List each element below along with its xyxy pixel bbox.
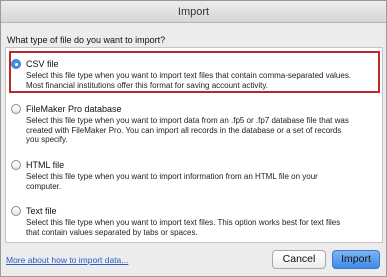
option-label: HTML file <box>26 160 65 170</box>
csv-highlight-box <box>9 51 380 93</box>
option-description: Select this file type when you want to i… <box>26 218 341 237</box>
cancel-button[interactable]: Cancel <box>272 250 326 269</box>
html-radio-button[interactable] <box>11 160 21 170</box>
window-title: Import <box>1 1 386 23</box>
text-radio-button[interactable] <box>11 206 21 216</box>
option-description: Select this file type when you want to i… <box>26 116 349 144</box>
import-dialog: Import What type of file do you want to … <box>0 0 387 277</box>
help-link[interactable]: More about how to import data... <box>6 255 128 265</box>
option-label: FileMaker Pro database <box>26 104 122 114</box>
file-type-prompt: What type of file do you want to import? <box>7 35 166 45</box>
import-button[interactable]: Import <box>332 250 380 269</box>
filemaker-radio-button[interactable] <box>11 104 21 114</box>
option-description: Select this file type when you want to i… <box>26 172 318 191</box>
option-label: Text file <box>26 206 57 216</box>
